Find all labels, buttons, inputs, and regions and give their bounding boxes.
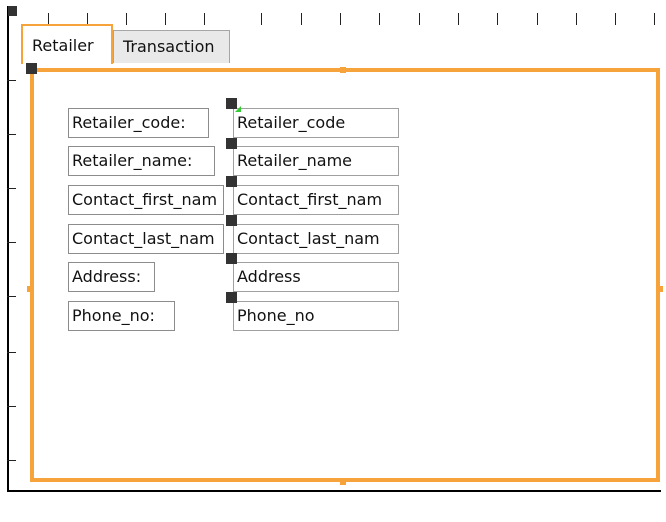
label-retailer-code[interactable]: Retailer_code: [68, 108, 209, 138]
tab-retailer-label: Retailer [32, 36, 94, 55]
ruler-tick [7, 80, 16, 81]
move-handle-address[interactable] [226, 253, 237, 264]
ruler-tick [7, 460, 16, 461]
ruler-tick [654, 13, 655, 25]
vertical-ruler [7, 24, 17, 490]
ruler-tick [7, 134, 16, 135]
form-corner-handle[interactable] [8, 6, 17, 16]
tab-control-move-handle[interactable] [26, 63, 37, 74]
resize-handle-right[interactable] [657, 286, 663, 292]
textbox-contact-last-name[interactable]: Contact_last_nam [233, 224, 399, 254]
ruler-tick [7, 406, 16, 407]
ruler-tick [458, 13, 459, 25]
error-indicator-icon [235, 106, 241, 112]
textbox-retailer-code[interactable]: Retailer_code [233, 108, 399, 138]
ruler-tick [379, 13, 380, 25]
resize-handle-top[interactable] [340, 67, 346, 73]
tab-transaction-label: Transaction [123, 37, 215, 56]
label-contact-first-name[interactable]: Contact_first_nam [68, 185, 224, 215]
label-address[interactable]: Address: [68, 262, 155, 292]
resize-handle-left[interactable] [27, 286, 33, 292]
textbox-phone-no[interactable]: Phone_no [233, 301, 399, 331]
ruler-tick [340, 13, 341, 25]
ruler-tick [7, 352, 16, 353]
label-phone-no[interactable]: Phone_no: [68, 301, 175, 331]
move-handle-phone-no[interactable] [226, 292, 237, 303]
ruler-tick [126, 13, 127, 25]
ruler-tick [576, 13, 577, 25]
move-handle-contact-last-name[interactable] [226, 215, 237, 226]
tab-transaction[interactable]: Transaction [113, 30, 230, 63]
ruler-tick [419, 13, 420, 25]
move-handle-retailer-name[interactable] [226, 138, 237, 149]
move-handle-contact-first-name[interactable] [226, 176, 237, 187]
ruler-tick [615, 13, 616, 25]
label-contact-last-name[interactable]: Contact_last_nam [68, 224, 224, 254]
label-retailer-name[interactable]: Retailer_name: [68, 146, 215, 176]
textbox-retailer-name[interactable]: Retailer_name [233, 146, 399, 176]
ruler-tick [165, 13, 166, 25]
ruler-tick [301, 13, 302, 25]
textbox-address[interactable]: Address [233, 262, 399, 292]
horizontal-ruler [9, 6, 664, 25]
ruler-tick [537, 13, 538, 25]
ruler-tick [261, 13, 262, 25]
resize-handle-bottom[interactable] [340, 479, 346, 485]
textbox-contact-first-name[interactable]: Contact_first_nam [233, 185, 399, 215]
ruler-tick [7, 188, 16, 189]
ruler-tick [7, 242, 16, 243]
ruler-tick [204, 13, 205, 25]
ruler-tick [497, 13, 498, 25]
ruler-tick [7, 296, 16, 297]
tab-retailer[interactable]: Retailer [21, 24, 113, 64]
